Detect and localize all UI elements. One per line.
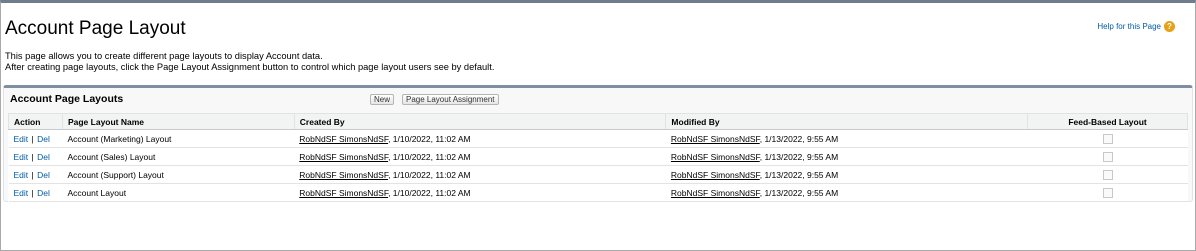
action-separator: | (31, 187, 34, 198)
column-header-modified-by: Modified By (665, 113, 1029, 130)
modified-by-user-link[interactable]: RobNdSF SimonsNdSF (671, 152, 760, 162)
question-circle-icon: ? (1164, 21, 1175, 32)
table-row: Edit | Del Account Layout RobNdSF Simons… (8, 183, 1188, 202)
edit-link[interactable]: Edit (14, 170, 29, 180)
created-date: , 1/10/2022, 11:02 AM (388, 151, 471, 162)
created-by-user-link[interactable]: RobNdSF SimonsNdSF (299, 152, 388, 162)
feed-based-cell (1027, 183, 1188, 202)
modified-date: , 1/13/2022, 9:55 AM (759, 187, 839, 198)
feed-based-cell (1027, 165, 1188, 184)
new-button[interactable]: New (370, 94, 395, 105)
page-frame: Account Page Layout Help for this Page ?… (0, 0, 1196, 251)
layout-name: Account (Support) Layout (62, 165, 295, 184)
action-cell: Edit | Del (8, 183, 63, 202)
modified-date: , 1/13/2022, 9:55 AM (759, 133, 839, 144)
created-date: , 1/10/2022, 11:02 AM (388, 133, 471, 144)
delete-link[interactable]: Del (37, 170, 50, 180)
description-line: After creating page layouts, click the P… (5, 62, 495, 72)
table-header-row: Action Page Layout Name Created By Modif… (8, 113, 1188, 130)
checkbox-unchecked-icon (1102, 133, 1113, 144)
edit-link[interactable]: Edit (14, 134, 29, 144)
delete-link[interactable]: Del (37, 134, 50, 144)
action-cell: Edit | Del (8, 147, 63, 166)
checkbox-unchecked-icon (1102, 151, 1113, 162)
table-row: Edit | Del Account (Sales) Layout RobNdS… (8, 147, 1188, 166)
page-description: This page allows you to create different… (5, 51, 494, 73)
layout-name: Account (Sales) Layout (62, 147, 295, 166)
edit-link[interactable]: Edit (14, 188, 29, 198)
modified-by-cell: RobNdSF SimonsNdSF, 1/13/2022, 9:55 AM (665, 129, 1028, 148)
column-header-name: Page Layout Name (61, 113, 295, 130)
edit-link[interactable]: Edit (14, 152, 29, 162)
column-header-action: Action (8, 113, 63, 130)
action-separator: | (31, 169, 34, 180)
page-title: Account Page Layout (5, 18, 186, 39)
created-by-cell: RobNdSF SimonsNdSF, 1/10/2022, 11:02 AM (294, 147, 666, 166)
created-by-user-link[interactable]: RobNdSF SimonsNdSF (299, 134, 388, 144)
panel-title: Account Page Layouts (10, 93, 124, 105)
modified-by-user-link[interactable]: RobNdSF SimonsNdSF (671, 170, 760, 180)
modified-by-cell: RobNdSF SimonsNdSF, 1/13/2022, 9:55 AM (665, 147, 1028, 166)
layout-name: Account (Marketing) Layout (62, 129, 295, 148)
column-header-feed-based: Feed-Based Layout (1027, 113, 1188, 130)
action-separator: | (31, 151, 34, 162)
column-header-created-by: Created By (293, 113, 667, 130)
modified-date: , 1/13/2022, 9:55 AM (759, 169, 839, 180)
feed-based-cell (1027, 147, 1188, 166)
created-by-cell: RobNdSF SimonsNdSF, 1/10/2022, 11:02 AM (294, 183, 666, 202)
layouts-panel: Account Page Layouts New Page Layout Ass… (3, 85, 1193, 202)
created-date: , 1/10/2022, 11:02 AM (388, 187, 471, 198)
action-cell: Edit | Del (8, 129, 63, 148)
help-link[interactable]: Help for this Page ? (1097, 21, 1175, 32)
modified-by-cell: RobNdSF SimonsNdSF, 1/13/2022, 9:55 AM (665, 165, 1028, 184)
created-by-user-link[interactable]: RobNdSF SimonsNdSF (299, 188, 388, 198)
help-link-label: Help for this Page (1097, 22, 1161, 31)
modified-by-user-link[interactable]: RobNdSF SimonsNdSF (671, 134, 760, 144)
page-layout-assignment-button[interactable]: Page Layout Assignment (402, 94, 499, 105)
created-by-user-link[interactable]: RobNdSF SimonsNdSF (299, 170, 388, 180)
action-cell: Edit | Del (8, 165, 63, 184)
created-by-cell: RobNdSF SimonsNdSF, 1/10/2022, 11:02 AM (294, 129, 666, 148)
delete-link[interactable]: Del (37, 152, 50, 162)
action-separator: | (31, 133, 34, 144)
created-date: , 1/10/2022, 11:02 AM (388, 169, 471, 180)
description-line: This page allows you to create different… (5, 51, 323, 61)
table-row: Edit | Del Account (Support) Layout RobN… (8, 165, 1188, 184)
feed-based-cell (1027, 129, 1188, 148)
checkbox-unchecked-icon (1102, 187, 1113, 198)
modified-by-cell: RobNdSF SimonsNdSF, 1/13/2022, 9:55 AM (665, 183, 1028, 202)
created-by-cell: RobNdSF SimonsNdSF, 1/10/2022, 11:02 AM (294, 165, 666, 184)
modified-date: , 1/13/2022, 9:55 AM (759, 151, 839, 162)
delete-link[interactable]: Del (37, 188, 50, 198)
modified-by-user-link[interactable]: RobNdSF SimonsNdSF (671, 188, 760, 198)
checkbox-unchecked-icon (1102, 169, 1113, 180)
layouts-table: Action Page Layout Name Created By Modif… (8, 113, 1188, 202)
table-row: Edit | Del Account (Marketing) Layout Ro… (8, 129, 1188, 148)
layout-name: Account Layout (62, 183, 295, 202)
